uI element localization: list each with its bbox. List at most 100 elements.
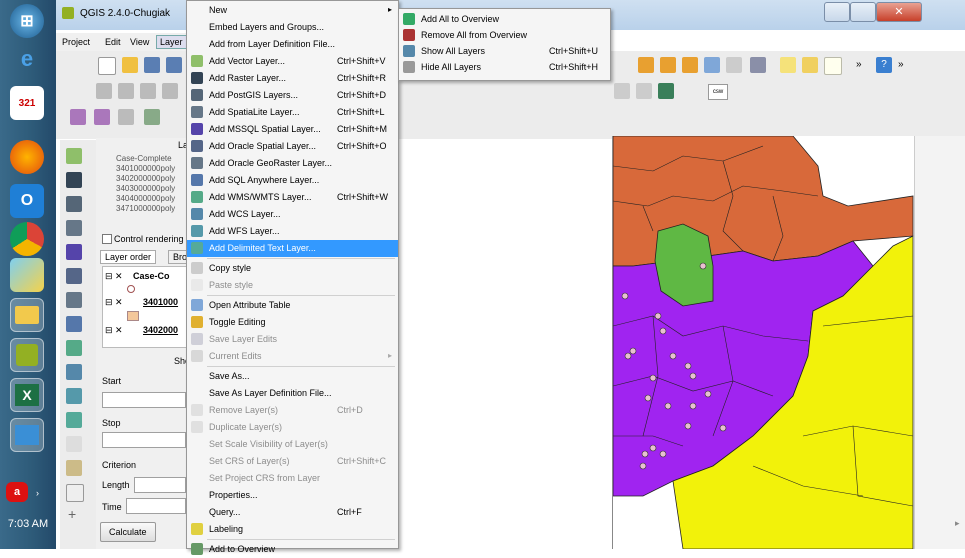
field-calculator-icon[interactable] [726,57,742,73]
layer-menu-item-add-oracle-georaster-layer[interactable]: Add Oracle GeoRaster Layer... [187,155,398,172]
onenote-icon[interactable] [10,418,44,452]
add-vector-icon[interactable] [66,148,82,164]
menu-project[interactable]: Project [62,37,90,47]
layer-menu-item-toggle-editing[interactable]: Toggle Editing [187,314,398,331]
vertex-tool-icon[interactable] [162,83,178,99]
maximize-button[interactable] [850,2,876,22]
edit-pencil-icon[interactable] [118,83,134,99]
overview-menu-item-show-all-layers[interactable]: Show All Layers Ctrl+Shift+U [399,43,610,60]
measure-icon[interactable] [750,57,766,73]
acrobat-icon[interactable]: a [6,482,28,502]
new-scratch-icon[interactable] [66,484,84,502]
tab-layer-order[interactable]: Layer order [100,250,157,264]
csw-icon[interactable]: csw [708,84,728,100]
minimize-button[interactable] [824,2,850,22]
layer-menu-item-query[interactable]: Query... Ctrl+F [187,504,398,521]
layer-menu-item-embed-layers-and-groups[interactable]: Embed Layers and Groups... [187,19,398,36]
new-layer-icon[interactable] [66,436,82,452]
scroll-right-icon[interactable]: ▸ [955,518,960,529]
tree-item[interactable]: 3402000 [143,325,178,335]
close-button[interactable]: ✕ [876,2,922,22]
annotation-icon[interactable] [802,57,818,73]
stop-input[interactable] [102,432,186,448]
map-tips-icon[interactable] [780,57,796,73]
layer-menu-item-add-raster-layer[interactable]: Add Raster Layer... Ctrl+Shift+R [187,70,398,87]
add-spatialite-icon[interactable] [66,220,82,236]
ie-icon[interactable]: e [10,42,44,76]
plugin-c-icon[interactable] [658,83,674,99]
tool-d-icon[interactable] [144,109,160,125]
tree-expand-icon[interactable]: ⊟ ✕ [105,271,123,282]
text-annotation-icon[interactable] [824,57,842,75]
attribute-table-icon[interactable] [704,57,720,73]
overview-menu-item-remove-all-from-overview[interactable]: Remove All from Overview [399,27,610,44]
layer-menu-item-add-wfs-layer[interactable]: Add WFS Layer... [187,223,398,240]
firefox-icon[interactable] [10,140,44,174]
save-as-icon[interactable] [166,57,182,73]
tree-item[interactable]: Case-Co [133,271,170,281]
menu-layer[interactable]: Layer [156,35,187,49]
layer-item[interactable]: 3403000000poly [116,184,175,193]
add-oracle-icon[interactable] [66,268,82,284]
layer-menu-item-labeling[interactable]: Labeling [187,521,398,538]
tree-item[interactable]: 3401000 [143,297,178,307]
layer-menu-item-add-mssql-spatial-layer[interactable]: Add MSSQL Spatial Layer... Ctrl+Shift+M [187,121,398,138]
control-rendering-checkbox[interactable] [102,234,112,244]
tree-expand-icon[interactable]: ⊟ ✕ [105,297,123,308]
digitize-icon[interactable] [96,83,112,99]
file-explorer-icon[interactable] [10,298,44,332]
clock[interactable]: 7:03 AM [0,518,56,530]
layer-menu-item-add-to-overview[interactable]: Add to Overview [187,541,398,558]
crosshair-icon[interactable]: + [68,506,76,522]
layer-item[interactable]: 3402000000poly [116,174,175,183]
menu-edit[interactable]: Edit [105,37,121,47]
select-feature-icon[interactable] [638,57,654,73]
calendar-icon[interactable]: 321 [10,86,44,120]
calculate-button[interactable]: Calculate [100,522,156,542]
lync-icon[interactable] [10,258,44,292]
expression-select-icon[interactable] [682,57,698,73]
excel-icon[interactable]: X [10,378,44,412]
layer-item[interactable]: 3471000000poly [116,204,175,213]
layer-item[interactable]: 3404000000poly [116,194,175,203]
time-input[interactable] [126,498,186,514]
layer-menu-item-add-oracle-spatial-layer[interactable]: Add Oracle Spatial Layer... Ctrl+Shift+O [187,138,398,155]
layer-menu-item-save-as[interactable]: Save As... [187,368,398,385]
tool-b-icon[interactable] [94,109,110,125]
overview-menu-item-hide-all-layers[interactable]: Hide All Layers Ctrl+Shift+H [399,59,610,76]
layer-menu-item-add-wcs-layer[interactable]: Add WCS Layer... [187,206,398,223]
add-delimited-icon[interactable] [66,412,82,428]
layer-menu-item-copy-style[interactable]: Copy style [187,260,398,277]
layer-menu-item-add-postgis-layers[interactable]: Add PostGIS Layers... Ctrl+Shift+D [187,87,398,104]
overflow-arrow-icon[interactable]: › [36,488,39,498]
layer-menu-item-add-from-layer-definition-file[interactable]: Add from Layer Definition File... [187,36,398,53]
overflow-chevron-icon-2[interactable]: » [898,59,904,70]
layer-menu-item-add-vector-layer[interactable]: Add Vector Layer... Ctrl+Shift+V [187,53,398,70]
new-shapefile-icon[interactable] [66,460,82,476]
deselect-icon[interactable] [660,57,676,73]
menu-view[interactable]: View [130,37,149,47]
new-project-icon[interactable] [98,57,116,75]
overview-menu-item-add-all-to-overview[interactable]: Add All to Overview [399,11,610,28]
layer-menu-item-new[interactable]: New ▸ [187,2,398,19]
map-canvas[interactable] [612,135,915,550]
plugin-b-icon[interactable] [636,83,652,99]
chrome-icon[interactable] [10,222,44,256]
open-project-icon[interactable] [122,57,138,73]
add-raster-icon[interactable] [66,172,82,188]
add-wfs-icon[interactable] [66,388,82,404]
tool-c-icon[interactable] [118,109,134,125]
add-sqlanywhere-icon[interactable] [66,316,82,332]
help-icon[interactable]: ? [876,57,892,73]
layer-menu-item-add-spatialite-layer[interactable]: Add SpatiaLite Layer... Ctrl+Shift+L [187,104,398,121]
layer-menu-item-save-as-layer-definition-file[interactable]: Save As Layer Definition File... [187,385,398,402]
qgis-icon[interactable] [10,338,44,372]
layer-item[interactable]: 3401000000poly [116,164,175,173]
layer-menu-item-add-delimited-text-layer[interactable]: Add Delimited Text Layer... [187,240,398,258]
add-mssql-icon[interactable] [66,244,82,260]
length-input[interactable] [134,477,186,493]
start-input[interactable] [102,392,186,408]
layer-menu-item-open-attribute-table[interactable]: Open Attribute Table [187,297,398,314]
layer-menu-item-add-sql-anywhere-layer[interactable]: Add SQL Anywhere Layer... [187,172,398,189]
save-edits-icon[interactable] [140,83,156,99]
